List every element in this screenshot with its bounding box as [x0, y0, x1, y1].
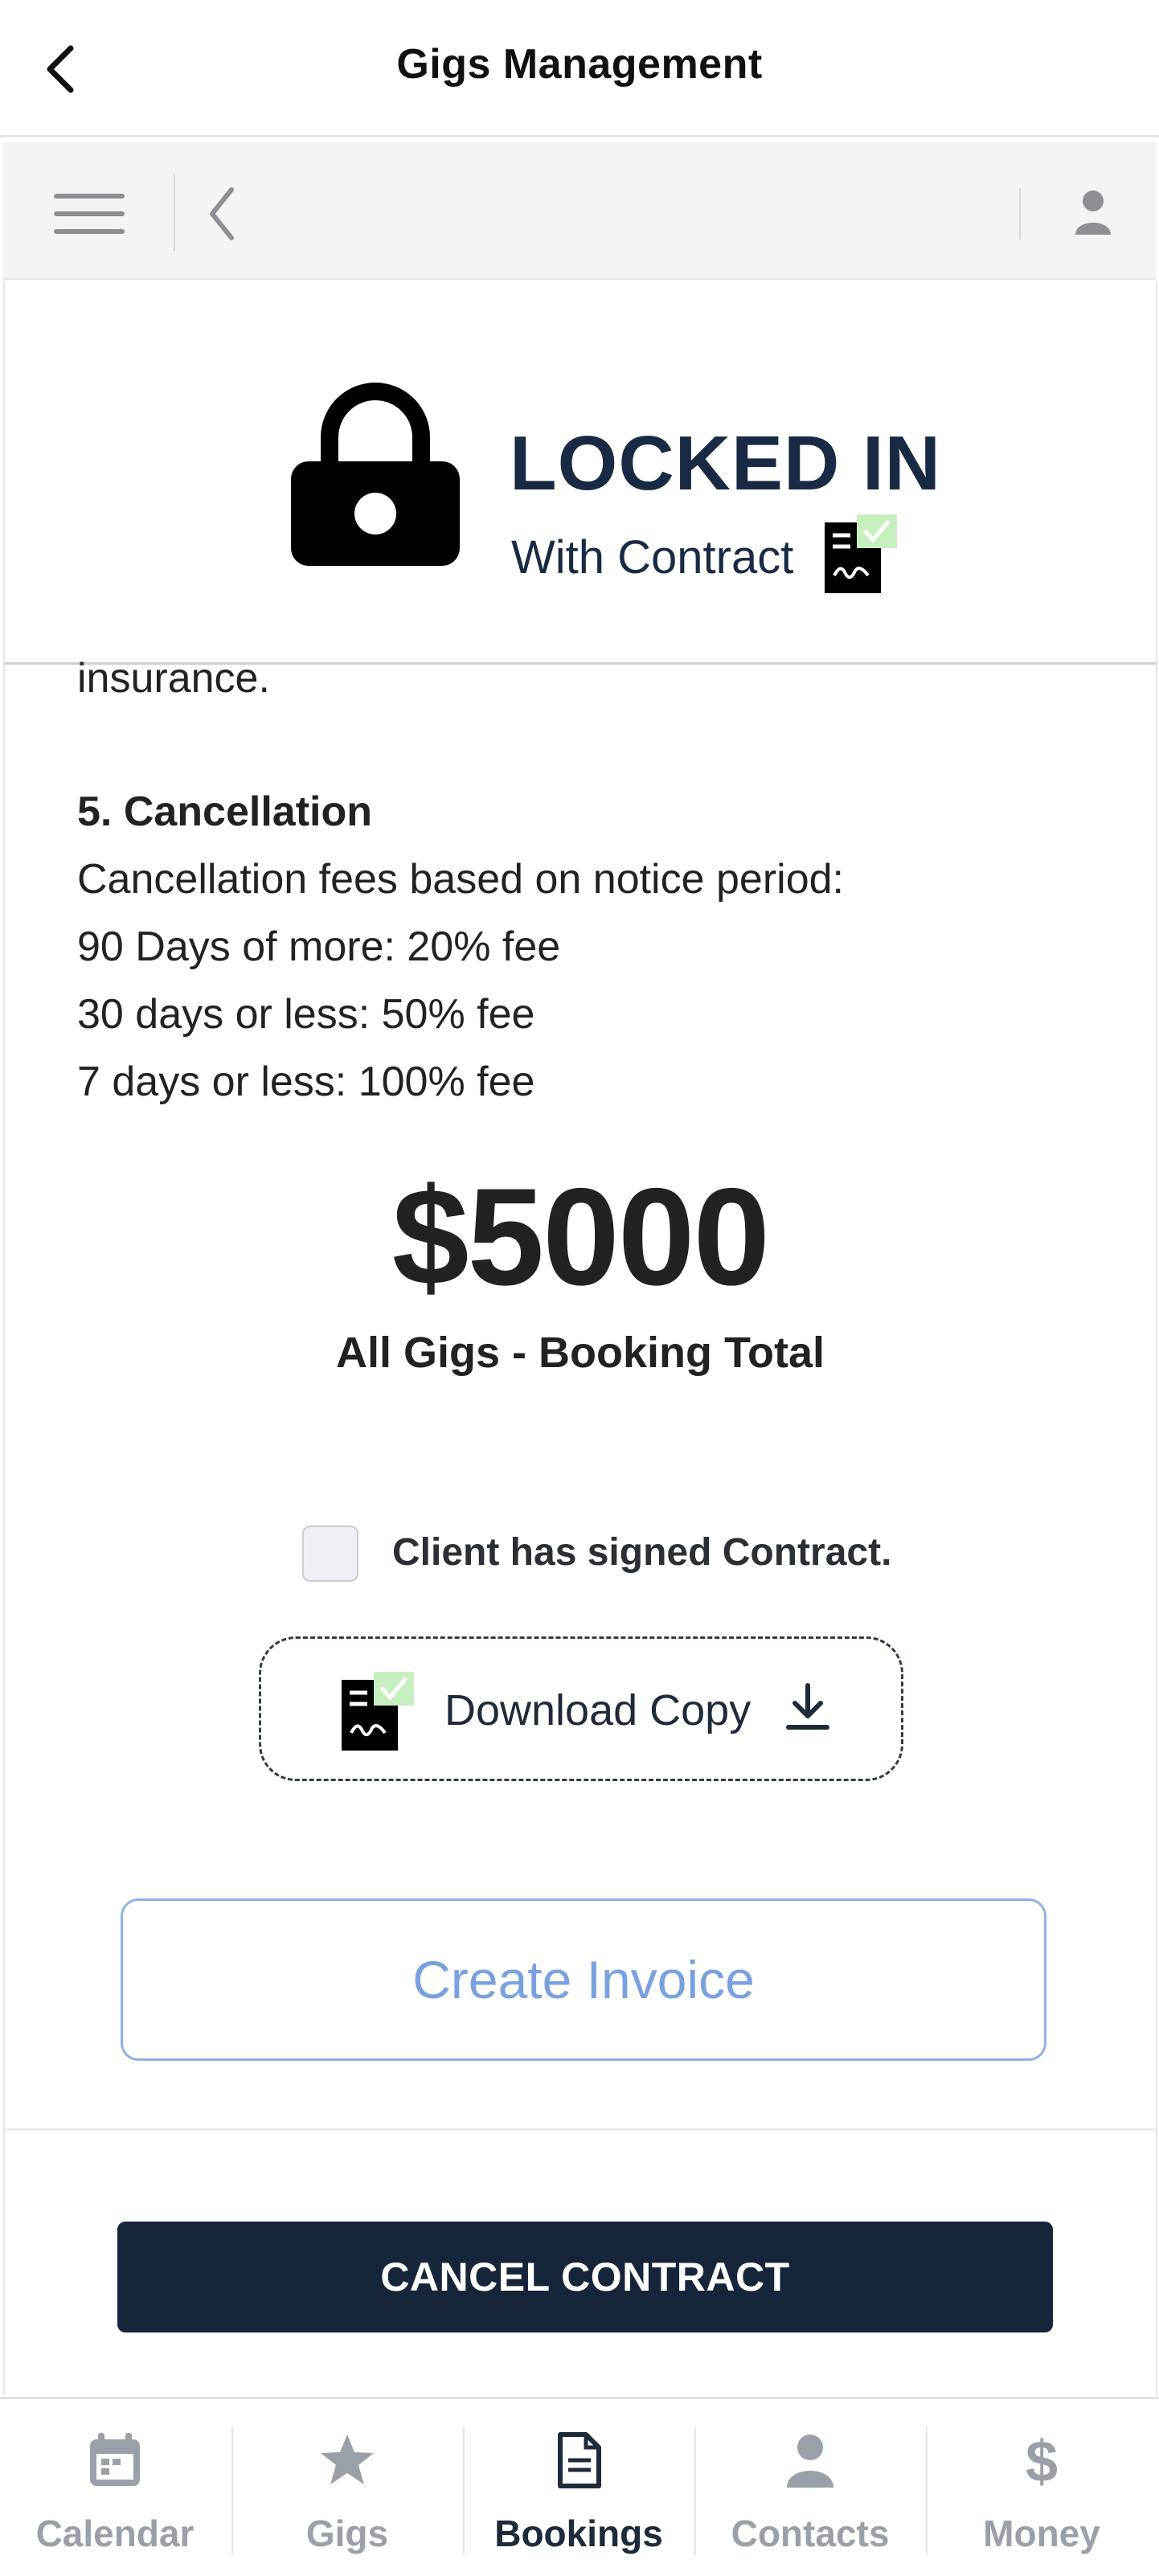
contract-text-partial: insurance. [77, 655, 270, 702]
calendar-icon [90, 2433, 140, 2486]
with-contract-label: With Contract [511, 531, 794, 584]
tab-label: Contacts [731, 2513, 890, 2554]
client-signed-label: Client has signed Contract. [392, 1531, 892, 1574]
signed-contract-icon [825, 514, 897, 593]
contract-card: LOCKED IN With Contract insurance. 5. Ca… [3, 281, 1157, 2395]
contract-line: Cancellation fees based on notice period… [77, 856, 844, 903]
signed-contract-icon [342, 1672, 414, 1751]
booking-total-amount: $5000 [391, 1160, 770, 1314]
toolbar-divider [174, 174, 175, 251]
contract-line: 90 Days of more: 20% fee [77, 924, 561, 970]
cancellation-heading: 5. Cancellation [77, 788, 372, 835]
bottom-tab-bar: Calendar Gigs Bookings Contacts $ Money [0, 2397, 1159, 2576]
tab-gigs[interactable]: Gigs [232, 2399, 462, 2576]
tab-label: Calendar [35, 2513, 195, 2554]
locked-in-title: LOCKED IN [510, 420, 941, 506]
page-title: Gigs Management [396, 41, 763, 88]
top-app-bar: Gigs Management [0, 0, 1159, 137]
booking-total-label: All Gigs - Booking Total [336, 1329, 825, 1377]
tab-calendar[interactable]: Calendar [0, 2399, 230, 2576]
cancel-contract-button[interactable]: CANCEL CONTRACT [117, 2222, 1053, 2332]
contract-line: 7 days or less: 100% fee [77, 1059, 535, 1105]
tab-label: Gigs [305, 2513, 389, 2554]
svg-text:$: $ [1026, 2431, 1058, 2489]
dollar-icon: $ [1026, 2431, 1058, 2489]
star-icon [321, 2435, 374, 2484]
section-divider [5, 2128, 1156, 2131]
secondary-toolbar [3, 141, 1156, 280]
hamburger-menu-icon[interactable] [53, 185, 125, 241]
tab-bookings[interactable]: Bookings [464, 2399, 694, 2576]
tab-label: Money [983, 2513, 1100, 2554]
locked-status-header: LOCKED IN With Contract [5, 281, 1156, 665]
tab-contacts[interactable]: Contacts [695, 2399, 925, 2576]
person-icon [787, 2435, 833, 2488]
tab-label: Bookings [494, 2513, 663, 2554]
document-icon [558, 2432, 601, 2488]
toolbar-divider [1019, 188, 1021, 240]
chevron-left-icon[interactable] [203, 182, 243, 246]
tab-money[interactable]: $ Money [927, 2399, 1157, 2576]
contract-line: 30 days or less: 50% fee [77, 991, 535, 1038]
lock-icon [291, 383, 460, 566]
download-copy-label: Download Copy [444, 1686, 752, 1734]
create-invoice-button[interactable]: Create Invoice [121, 1898, 1046, 2061]
client-signed-checkbox[interactable] [302, 1526, 358, 1582]
user-profile-icon[interactable] [1072, 186, 1114, 238]
download-icon [786, 1683, 829, 1730]
download-copy-button[interactable]: Download Copy [259, 1636, 903, 1781]
